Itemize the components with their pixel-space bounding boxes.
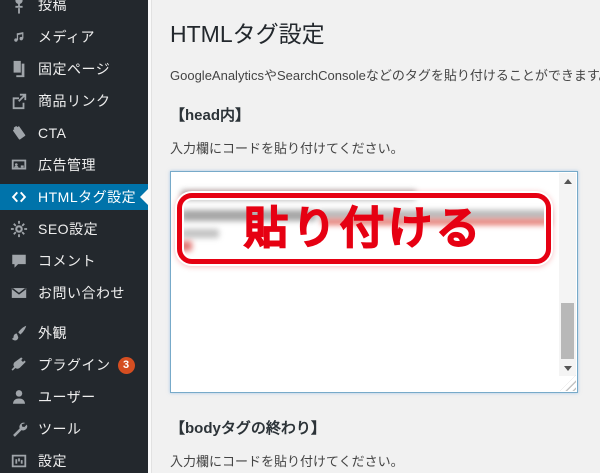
- sidebar-item-contact[interactable]: お問い合わせ: [0, 280, 148, 306]
- sidebar-item-label: メディア: [38, 29, 96, 45]
- code-icon: [9, 187, 29, 207]
- sidebar-item-label: 外観: [38, 325, 67, 341]
- sidebar-item-ads[interactable]: 広告管理: [0, 152, 148, 178]
- resize-handle[interactable]: [560, 375, 576, 391]
- plugin-icon: [9, 355, 29, 375]
- clipboard-icon: [9, 123, 29, 143]
- ad-management-icon: [9, 155, 29, 175]
- admin-menu: 投稿 メディア 固定ページ 商品リンク CTA 広告管理 HTMLタグ設定 SE…: [0, 0, 148, 473]
- media-icon: [9, 27, 29, 47]
- paste-annotation-label: 貼り付ける: [243, 203, 484, 253]
- sidebar-item-label: SEO設定: [38, 221, 99, 237]
- admin-sidebar: 投稿 メディア 固定ページ 商品リンク CTA 広告管理 HTMLタグ設定 SE…: [0, 0, 148, 473]
- mail-icon: [9, 283, 29, 303]
- sidebar-item-label: 商品リンク: [38, 93, 111, 109]
- scroll-up-button[interactable]: [559, 173, 576, 189]
- head-code-textarea[interactable]: 貼り付ける: [170, 171, 578, 393]
- scroll-down-button[interactable]: [559, 360, 576, 376]
- sidebar-item-label: 投稿: [38, 0, 67, 13]
- sidebar-item-label: 広告管理: [38, 157, 96, 173]
- sidebar-item-comments[interactable]: コメント: [0, 248, 148, 274]
- sidebar-item-label: ユーザー: [38, 389, 96, 405]
- textarea-scrollbar[interactable]: [559, 173, 576, 376]
- sidebar-item-html-tags[interactable]: HTMLタグ設定: [0, 184, 148, 210]
- sidebar-item-appearance[interactable]: 外観: [0, 320, 148, 346]
- pages-icon: [9, 59, 29, 79]
- body-instruction: 入力欄にコードを貼り付けてください。: [170, 454, 404, 469]
- sidebar-item-plugins[interactable]: プラグイン 3: [0, 352, 148, 378]
- scrollbar-thumb[interactable]: [561, 303, 574, 359]
- comment-icon: [9, 251, 29, 271]
- sidebar-item-settings[interactable]: 設定: [0, 448, 148, 473]
- sidebar-item-label: お問い合わせ: [38, 285, 125, 301]
- sidebar-item-label: コメント: [38, 253, 96, 269]
- user-icon: [9, 387, 29, 407]
- sidebar-item-label: ツール: [38, 421, 82, 437]
- sidebar-item-users[interactable]: ユーザー: [0, 384, 148, 410]
- sidebar-item-media[interactable]: メディア: [0, 24, 148, 50]
- sidebar-item-tools[interactable]: ツール: [0, 416, 148, 442]
- section-heading-head: 【head内】: [170, 107, 251, 124]
- sidebar-item-label: プラグイン: [38, 357, 111, 373]
- sidebar-item-cta[interactable]: CTA: [0, 120, 148, 146]
- external-link-icon: [9, 91, 29, 111]
- paste-annotation: 貼り付ける: [177, 193, 551, 264]
- sidebar-item-seo[interactable]: SEO設定: [0, 216, 148, 242]
- pin-icon: [9, 0, 29, 15]
- sidebar-item-pages[interactable]: 固定ページ: [0, 56, 148, 82]
- gear-icon: [9, 219, 29, 239]
- sidebar-item-label: 設定: [38, 453, 67, 469]
- sidebar-item-posts[interactable]: 投稿: [0, 0, 148, 18]
- plugin-update-badge: 3: [117, 356, 135, 374]
- brush-icon: [9, 323, 29, 343]
- head-instruction: 入力欄にコードを貼り付けてください。: [170, 141, 404, 156]
- sidebar-item-label: HTMLタグ設定: [38, 189, 137, 205]
- wrench-icon: [9, 419, 29, 439]
- sidebar-item-label: 固定ページ: [38, 61, 111, 77]
- settings-page: HTMLタグ設定 GoogleAnalyticsやSearchConsoleなど…: [153, 0, 600, 473]
- wordpress-admin-screen: 投稿 メディア 固定ページ 商品リンク CTA 広告管理 HTMLタグ設定 SE…: [0, 0, 600, 473]
- page-description: GoogleAnalyticsやSearchConsoleなどのタグを貼り付ける…: [170, 68, 600, 83]
- page-title: HTMLタグ設定: [170, 21, 325, 47]
- sidebar-item-product-link[interactable]: 商品リンク: [0, 88, 148, 114]
- sidebar-content-divider: [148, 0, 152, 473]
- sliders-icon: [9, 451, 29, 471]
- sidebar-item-label: CTA: [38, 125, 67, 141]
- section-heading-body-end: 【bodyタグの終わり】: [170, 420, 326, 437]
